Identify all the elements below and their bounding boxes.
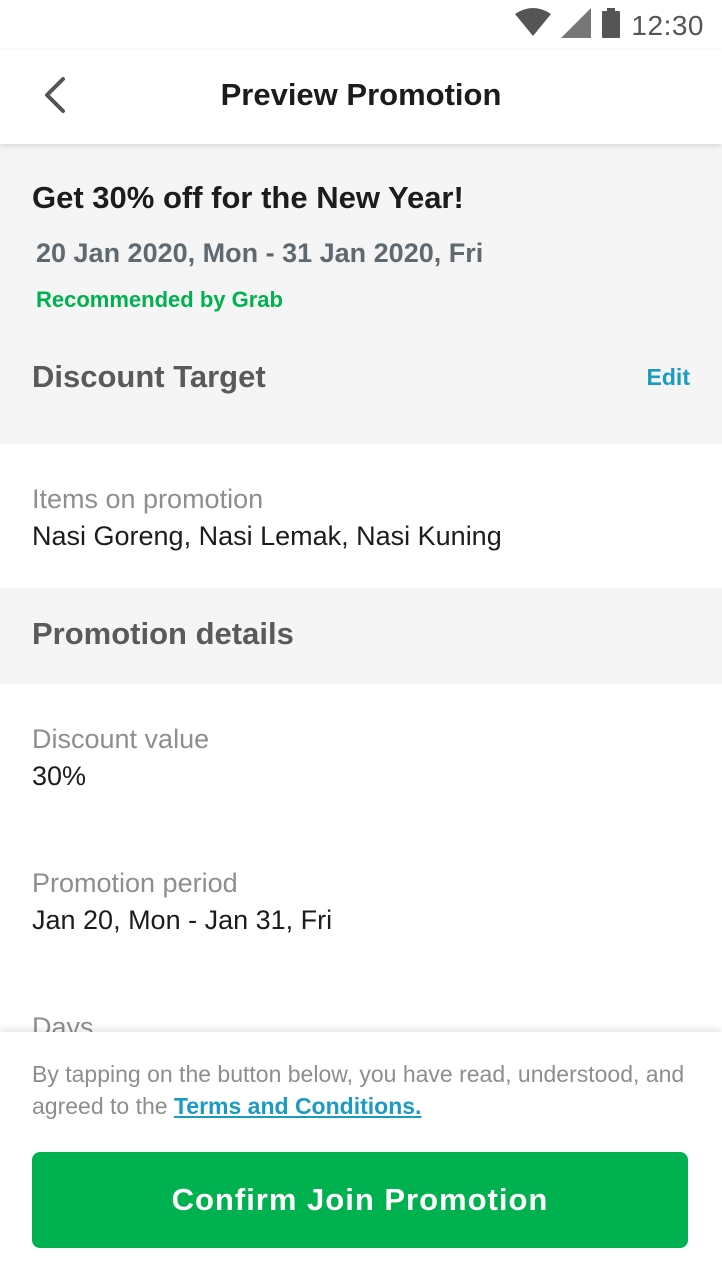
- wifi-icon: [515, 8, 552, 43]
- promotion-details-header: Promotion details: [0, 588, 722, 684]
- edit-button[interactable]: Edit: [647, 364, 690, 391]
- confirm-panel: By tapping on the button below, you have…: [0, 1032, 722, 1280]
- items-field: Items on promotion Nasi Goreng, Nasi Lem…: [0, 444, 722, 588]
- main-content[interactable]: Get 30% off for the New Year! 20 Jan 202…: [0, 144, 722, 1092]
- signal-icon: [561, 8, 592, 43]
- promotion-details-title: Promotion details: [32, 616, 294, 651]
- confirm-join-button[interactable]: Confirm Join Promotion: [32, 1152, 688, 1248]
- items-value: Nasi Goreng, Nasi Lemak, Nasi Kuning: [32, 521, 502, 551]
- items-label: Items on promotion: [32, 484, 264, 514]
- terms-text: By tapping on the button below, you have…: [32, 1058, 690, 1122]
- promo-dates: 20 Jan 2020, Mon - 31 Jan 2020, Fri: [36, 238, 484, 268]
- status-icons: 12:30: [515, 8, 704, 43]
- period-label: Promotion period: [32, 868, 238, 898]
- status-bar: 12:30: [0, 0, 722, 50]
- app-bar: Preview Promotion: [0, 50, 722, 144]
- period-value: Jan 20, Mon - Jan 31, Fri: [32, 905, 333, 935]
- discount-value: 30%: [32, 761, 87, 791]
- battery-icon: [601, 8, 621, 43]
- discount-target-title: Discount Target: [32, 359, 266, 394]
- discount-target-header: Discount Target Edit: [32, 359, 690, 395]
- terms-link[interactable]: Terms and Conditions.: [174, 1093, 421, 1119]
- status-time: 12:30: [631, 9, 704, 41]
- page-title: Preview Promotion: [220, 77, 502, 112]
- discount-label: Discount value: [32, 724, 210, 754]
- period-field: Promotion period Jan 20, Mon - Jan 31, F…: [0, 828, 722, 972]
- promo-title: Get 30% off for the New Year!: [32, 180, 464, 215]
- promo-summary: Get 30% off for the New Year! 20 Jan 202…: [0, 144, 722, 444]
- discount-field: Discount value 30%: [0, 684, 722, 828]
- recommended-badge: Recommended by Grab: [36, 287, 283, 312]
